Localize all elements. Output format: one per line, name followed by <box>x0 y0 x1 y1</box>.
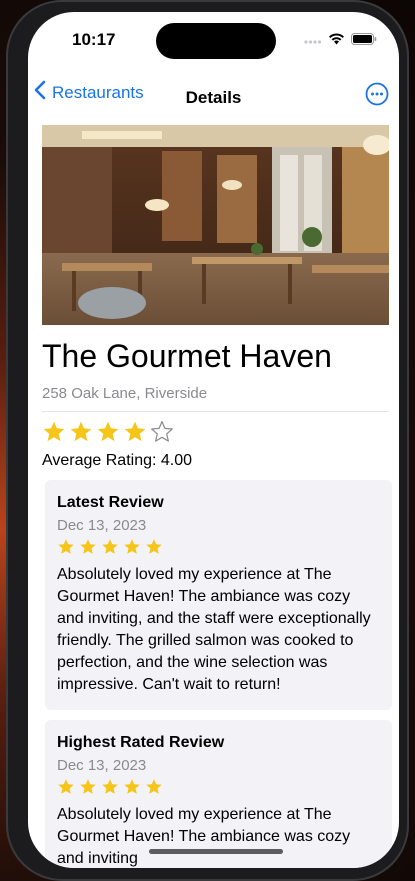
star-outline-icon <box>150 420 174 449</box>
more-ellipsis-icon <box>365 82 389 110</box>
review-card-latest[interactable]: Latest Review Dec 13, 2023 Absolutely lo… <box>45 480 392 710</box>
status-icons <box>304 32 377 50</box>
restaurant-photo <box>42 125 389 325</box>
review-heading: Highest Rated Review <box>57 734 225 751</box>
review-text: Absolutely loved my experience at The Go… <box>57 566 371 693</box>
phone-frame: 10:17 Restaurants Details The Gourmet Ha… <box>6 0 409 881</box>
average-rating: Average Rating: 4.00 <box>42 452 193 469</box>
star-filled-icon <box>123 538 141 561</box>
more-options-button[interactable] <box>365 82 389 106</box>
star-filled-icon <box>96 420 120 449</box>
battery-icon <box>351 32 377 50</box>
star-filled-icon <box>145 538 163 561</box>
review-stars <box>57 778 380 801</box>
review-card-highest[interactable]: Highest Rated Review Dec 13, 2023 Absolu… <box>45 720 392 868</box>
app-screen: 10:17 Restaurants Details The Gourmet Ha… <box>28 12 399 868</box>
detail-content: The Gourmet Haven 258 Oak Lane, Riversid… <box>42 125 392 868</box>
review-heading: Latest Review <box>57 494 164 511</box>
status-time: 10:17 <box>72 30 116 49</box>
nav-title: Details <box>185 88 242 107</box>
star-filled-icon <box>123 778 141 801</box>
star-filled-icon <box>145 778 163 801</box>
restaurant-name: The Gourmet Haven <box>42 338 332 374</box>
home-indicator[interactable] <box>149 849 283 854</box>
star-filled-icon <box>79 538 97 561</box>
star-filled-icon <box>42 420 66 449</box>
signal-icon <box>304 32 322 50</box>
review-date: Dec 13, 2023 <box>57 517 147 534</box>
star-filled-icon <box>57 538 75 561</box>
dynamic-island <box>156 23 276 59</box>
review-date: Dec 13, 2023 <box>57 757 147 774</box>
status-bar: 10:17 <box>28 12 399 68</box>
navigation-bar: Restaurants Details <box>28 72 399 116</box>
star-filled-icon <box>79 778 97 801</box>
review-text: Absolutely loved my experience at The Go… <box>57 806 351 867</box>
star-filled-icon <box>101 778 119 801</box>
star-filled-icon <box>57 778 75 801</box>
wifi-icon <box>328 32 345 50</box>
star-filled-icon <box>101 538 119 561</box>
review-stars <box>57 538 380 561</box>
restaurant-address: 258 Oak Lane, Riverside <box>42 385 208 402</box>
star-filled-icon <box>123 420 147 449</box>
divider <box>42 411 389 412</box>
rating-stars <box>42 420 389 449</box>
star-filled-icon <box>69 420 93 449</box>
